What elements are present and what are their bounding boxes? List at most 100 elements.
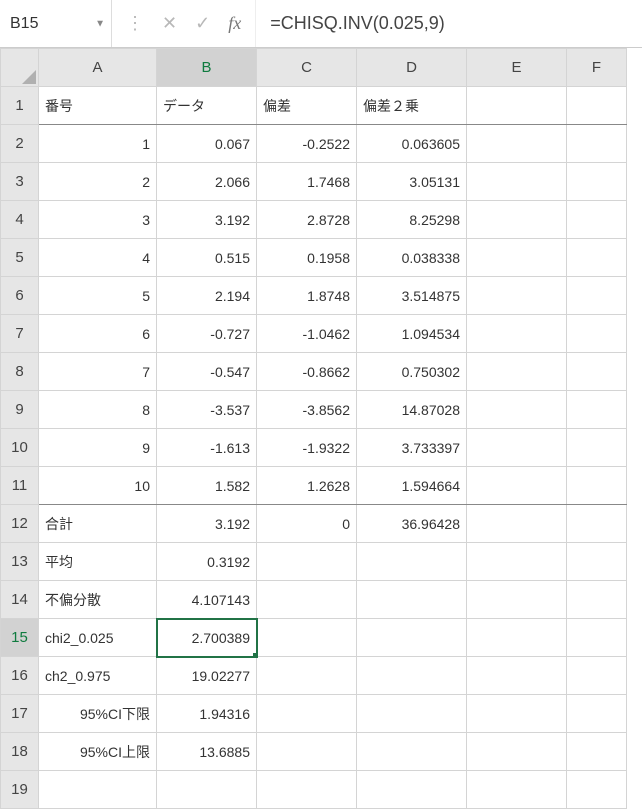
cell-F1[interactable]	[567, 87, 627, 125]
row-header[interactable]: 14	[1, 581, 39, 619]
cell-F13[interactable]	[567, 543, 627, 581]
cell-E4[interactable]	[467, 201, 567, 239]
cell-F14[interactable]	[567, 581, 627, 619]
cell-E3[interactable]	[467, 163, 567, 201]
cell-A16[interactable]: ch2_0.975	[39, 657, 157, 695]
cell-D12[interactable]: 36.96428	[357, 505, 467, 543]
cell-B13[interactable]: 0.3192	[157, 543, 257, 581]
cell-C2[interactable]: -0.2522	[257, 125, 357, 163]
fx-icon[interactable]: fx	[228, 13, 241, 34]
cell-E12[interactable]	[467, 505, 567, 543]
cell-A8[interactable]: 7	[39, 353, 157, 391]
row-header[interactable]: 1	[1, 87, 39, 125]
cell-C14[interactable]	[257, 581, 357, 619]
cell-D5[interactable]: 0.038338	[357, 239, 467, 277]
spreadsheet-grid[interactable]: A B C D E F 1番号データ偏差偏差２乗210.067-0.25220.…	[0, 48, 627, 809]
name-box[interactable]: B15 ▼	[0, 0, 112, 47]
cell-E2[interactable]	[467, 125, 567, 163]
cell-E16[interactable]	[467, 657, 567, 695]
cell-B15[interactable]: 2.700389	[157, 619, 257, 657]
row-header[interactable]: 16	[1, 657, 39, 695]
cell-E6[interactable]	[467, 277, 567, 315]
row-header[interactable]: 12	[1, 505, 39, 543]
row-header[interactable]: 10	[1, 429, 39, 467]
cell-C3[interactable]: 1.7468	[257, 163, 357, 201]
cell-F18[interactable]	[567, 733, 627, 771]
confirm-icon[interactable]: ✓	[195, 13, 210, 34]
col-header-B[interactable]: B	[157, 49, 257, 87]
cell-D10[interactable]: 3.733397	[357, 429, 467, 467]
cell-F12[interactable]	[567, 505, 627, 543]
cell-F17[interactable]	[567, 695, 627, 733]
formula-input[interactable]: =CHISQ.INV(0.025,9)	[256, 0, 642, 47]
row-header[interactable]: 17	[1, 695, 39, 733]
cell-E5[interactable]	[467, 239, 567, 277]
cell-F3[interactable]	[567, 163, 627, 201]
cell-E19[interactable]	[467, 771, 567, 809]
cell-A18[interactable]: 95%CI上限	[39, 733, 157, 771]
cell-E7[interactable]	[467, 315, 567, 353]
cell-D16[interactable]	[357, 657, 467, 695]
row-header[interactable]: 18	[1, 733, 39, 771]
row-header[interactable]: 4	[1, 201, 39, 239]
row-header[interactable]: 7	[1, 315, 39, 353]
cell-E17[interactable]	[467, 695, 567, 733]
cell-D2[interactable]: 0.063605	[357, 125, 467, 163]
cell-E18[interactable]	[467, 733, 567, 771]
cell-A10[interactable]: 9	[39, 429, 157, 467]
cell-E15[interactable]	[467, 619, 567, 657]
row-header[interactable]: 8	[1, 353, 39, 391]
cell-B1[interactable]: データ	[157, 87, 257, 125]
cell-D19[interactable]	[357, 771, 467, 809]
cell-A9[interactable]: 8	[39, 391, 157, 429]
row-header[interactable]: 9	[1, 391, 39, 429]
cell-A15[interactable]: chi2_0.025	[39, 619, 157, 657]
col-header-F[interactable]: F	[567, 49, 627, 87]
cell-D7[interactable]: 1.094534	[357, 315, 467, 353]
cell-A1[interactable]: 番号	[39, 87, 157, 125]
cell-B17[interactable]: 1.94316	[157, 695, 257, 733]
cell-F5[interactable]	[567, 239, 627, 277]
cell-C15[interactable]	[257, 619, 357, 657]
cell-A4[interactable]: 3	[39, 201, 157, 239]
cell-F11[interactable]	[567, 467, 627, 505]
cell-D1[interactable]: 偏差２乗	[357, 87, 467, 125]
cell-C4[interactable]: 2.8728	[257, 201, 357, 239]
cell-D3[interactable]: 3.05131	[357, 163, 467, 201]
cell-B19[interactable]	[157, 771, 257, 809]
cell-B8[interactable]: -0.547	[157, 353, 257, 391]
row-header[interactable]: 11	[1, 467, 39, 505]
cell-C10[interactable]: -1.9322	[257, 429, 357, 467]
col-header-D[interactable]: D	[357, 49, 467, 87]
cell-A12[interactable]: 合計	[39, 505, 157, 543]
chevron-down-icon[interactable]: ▼	[95, 18, 105, 29]
cell-F9[interactable]	[567, 391, 627, 429]
cell-B12[interactable]: 3.192	[157, 505, 257, 543]
cell-F6[interactable]	[567, 277, 627, 315]
cell-D17[interactable]	[357, 695, 467, 733]
cell-A13[interactable]: 平均	[39, 543, 157, 581]
row-header[interactable]: 3	[1, 163, 39, 201]
cell-B9[interactable]: -3.537	[157, 391, 257, 429]
cell-E9[interactable]	[467, 391, 567, 429]
cell-F19[interactable]	[567, 771, 627, 809]
cell-B6[interactable]: 2.194	[157, 277, 257, 315]
cell-C13[interactable]	[257, 543, 357, 581]
cell-D4[interactable]: 8.25298	[357, 201, 467, 239]
cell-E10[interactable]	[467, 429, 567, 467]
cell-C17[interactable]	[257, 695, 357, 733]
cell-C9[interactable]: -3.8562	[257, 391, 357, 429]
cell-D13[interactable]	[357, 543, 467, 581]
cell-B2[interactable]: 0.067	[157, 125, 257, 163]
cell-D11[interactable]: 1.594664	[357, 467, 467, 505]
cell-A2[interactable]: 1	[39, 125, 157, 163]
cell-C6[interactable]: 1.8748	[257, 277, 357, 315]
cell-E11[interactable]	[467, 467, 567, 505]
cell-B5[interactable]: 0.515	[157, 239, 257, 277]
row-header[interactable]: 6	[1, 277, 39, 315]
cell-C5[interactable]: 0.1958	[257, 239, 357, 277]
cell-F2[interactable]	[567, 125, 627, 163]
cell-C16[interactable]	[257, 657, 357, 695]
cell-B16[interactable]: 19.02277	[157, 657, 257, 695]
cell-D9[interactable]: 14.87028	[357, 391, 467, 429]
